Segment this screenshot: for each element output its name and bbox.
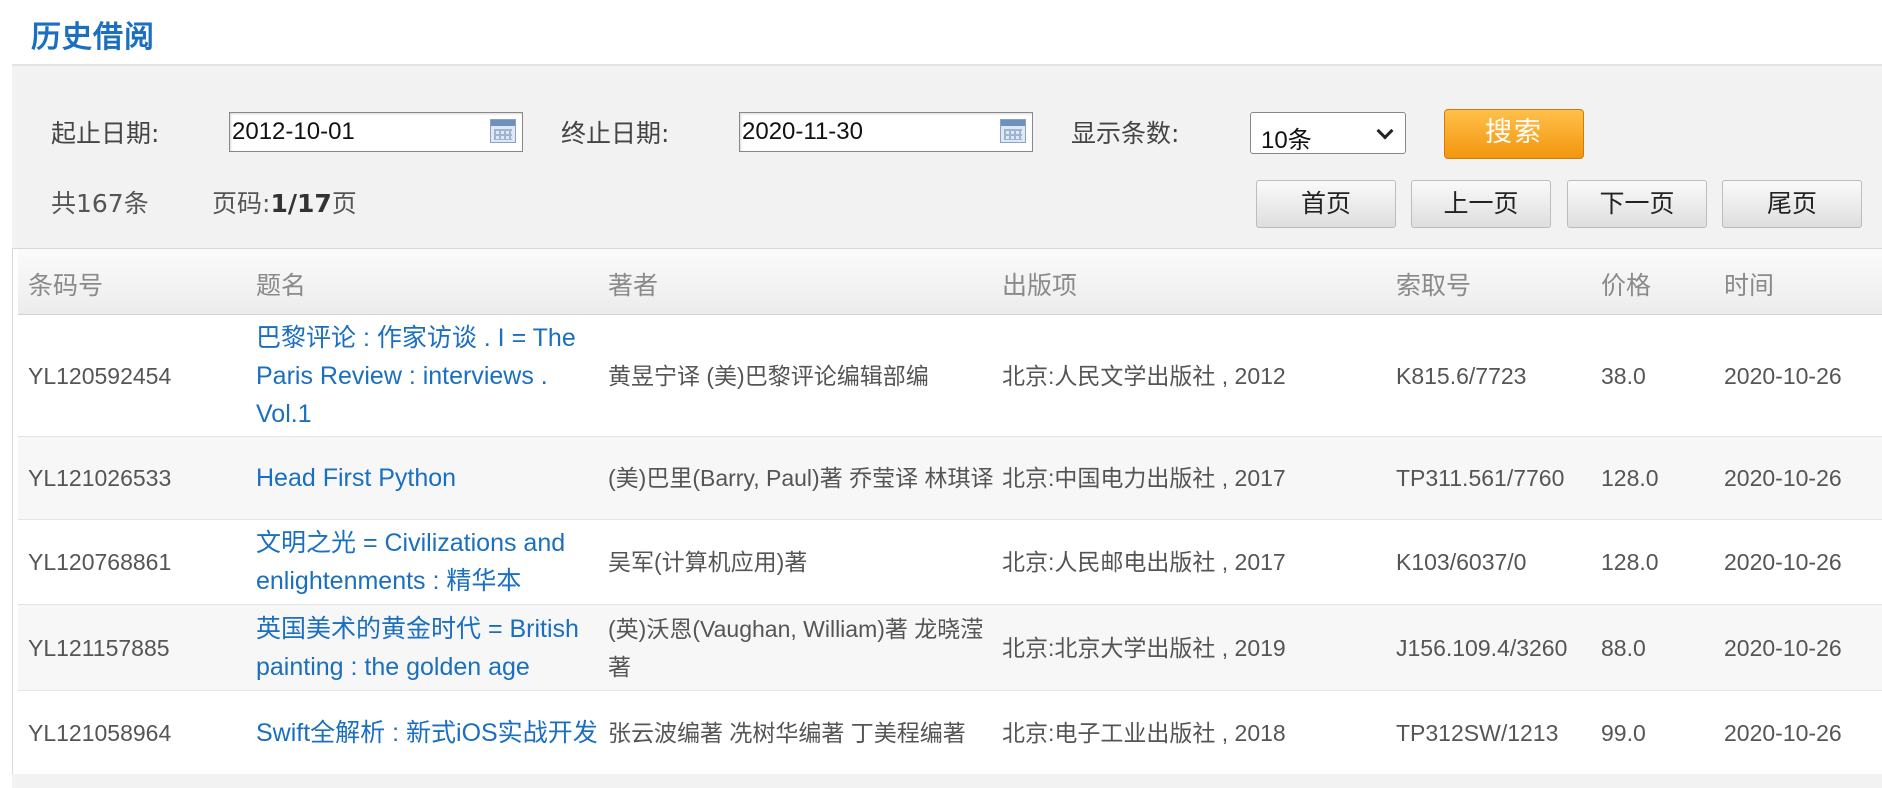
count-label: 显示条数: — [1071, 119, 1180, 148]
history-table: 条码号 题名 著者 出版项 索取号 价格 时间 YL120592454 巴黎评论… — [12, 248, 1882, 775]
price-cell: 38.0 — [1601, 362, 1646, 389]
publisher-cell: 北京:人民文学出版社 , 2012 — [1002, 362, 1286, 389]
barcode-cell: YL121058964 — [28, 720, 172, 746]
title-link[interactable]: Swift全解析 : 新式iOS实战开发 — [256, 691, 606, 775]
start-date-label: 起止日期: — [51, 119, 160, 148]
page-suffix: 页 — [331, 189, 357, 218]
col-date: 时间 — [1724, 271, 1775, 300]
table-row: YL120592454 巴黎评论 : 作家访谈 . I = The Paris … — [18, 315, 1882, 437]
bottom-strip — [12, 774, 1882, 788]
calendar-icon[interactable] — [1000, 119, 1026, 143]
callno-cell: TP312SW/1213 — [1396, 720, 1559, 746]
chevron-down-icon — [1376, 122, 1394, 140]
barcode-cell: YL120592454 — [28, 362, 172, 389]
publisher-cell: 北京:北京大学出版社 , 2019 — [1002, 634, 1286, 661]
date-cell: 2020-10-26 — [1724, 634, 1842, 661]
title-link[interactable]: 英国美术的黄金时代 = British painting : the golde… — [256, 605, 606, 690]
page-indicator: 页码:1/17页 — [212, 184, 357, 220]
publisher-cell: 北京:中国电力出版社 , 2017 — [1002, 465, 1286, 491]
last-page-button[interactable]: 尾页 — [1722, 180, 1862, 228]
author-cell: 黄昱宁译 (美)巴黎评论编辑部编 — [608, 362, 929, 389]
title-link[interactable]: 巴黎评论 : 作家访谈 . I = The Paris Review : int… — [256, 315, 606, 436]
callno-cell: TP311.561/7760 — [1396, 465, 1565, 491]
price-cell: 128.0 — [1601, 549, 1659, 575]
author-cell: 吴军(计算机应用)著 — [608, 549, 808, 575]
col-price: 价格 — [1601, 271, 1652, 300]
callno-cell: J156.109.4/3260 — [1396, 634, 1568, 661]
date-cell: 2020-10-26 — [1724, 549, 1842, 575]
col-title: 题名 — [256, 271, 307, 300]
title-link[interactable]: Head First Python — [256, 437, 606, 519]
table-row: YL121058964 Swift全解析 : 新式iOS实战开发 张云波编著 冼… — [18, 691, 1882, 775]
page-header: 历史借阅 — [12, 0, 1882, 66]
end-date-field[interactable] — [739, 112, 1033, 152]
author-cell: (英)沃恩(Vaughan, William)著 龙晓滢著 — [608, 615, 984, 680]
search-button[interactable]: 搜索 — [1444, 109, 1584, 159]
barcode-cell: YL120768861 — [28, 549, 172, 575]
col-barcode: 条码号 — [28, 271, 104, 300]
publisher-cell: 北京:人民邮电出版社 , 2017 — [1002, 549, 1286, 575]
start-date-input[interactable] — [230, 113, 484, 151]
end-date-input[interactable] — [740, 113, 994, 151]
barcode-cell: YL121026533 — [28, 465, 172, 491]
start-date-field[interactable] — [229, 112, 523, 152]
callno-cell: K815.6/7723 — [1396, 362, 1527, 389]
page-value: 1/17 — [270, 189, 332, 218]
next-page-button[interactable]: 下一页 — [1567, 180, 1707, 228]
end-date-label: 终止日期: — [561, 119, 670, 148]
date-cell: 2020-10-26 — [1724, 720, 1842, 746]
page-title: 历史借阅 — [31, 20, 155, 55]
callno-cell: K103/6037/0 — [1396, 549, 1527, 575]
author-cell: 张云波编著 冼树华编著 丁美程编著 — [608, 720, 966, 746]
table-row: YL121026533 Head First Python (美)巴里(Barr… — [18, 437, 1882, 520]
page-prefix: 页码: — [212, 189, 271, 218]
barcode-cell: YL121157885 — [28, 634, 170, 661]
count-select[interactable]: 10条 — [1250, 112, 1406, 154]
col-author: 著者 — [608, 271, 659, 300]
title-link[interactable]: 文明之光 = Civilizations and enlightenments … — [256, 520, 606, 604]
date-cell: 2020-10-26 — [1724, 362, 1842, 389]
table-header: 条码号 题名 著者 出版项 索取号 价格 时间 — [18, 249, 1882, 315]
count-select-value: 10条 — [1261, 127, 1312, 154]
col-callno: 索取号 — [1396, 271, 1472, 300]
price-cell: 88.0 — [1601, 634, 1646, 661]
price-cell: 99.0 — [1601, 720, 1646, 746]
table-row: YL120768861 文明之光 = Civilizations and enl… — [18, 520, 1882, 605]
author-cell: (美)巴里(Barry, Paul)著 乔莹译 林琪译 — [608, 465, 994, 491]
total-count: 共167条 — [51, 189, 149, 218]
col-publisher: 出版项 — [1002, 271, 1078, 300]
publisher-cell: 北京:电子工业出版社 , 2018 — [1002, 720, 1286, 746]
first-page-button[interactable]: 首页 — [1256, 180, 1396, 228]
date-cell: 2020-10-26 — [1724, 465, 1842, 491]
calendar-icon[interactable] — [490, 119, 516, 143]
table-row: YL121157885 英国美术的黄金时代 = British painting… — [18, 605, 1882, 691]
prev-page-button[interactable]: 上一页 — [1411, 180, 1551, 228]
price-cell: 128.0 — [1601, 465, 1659, 491]
